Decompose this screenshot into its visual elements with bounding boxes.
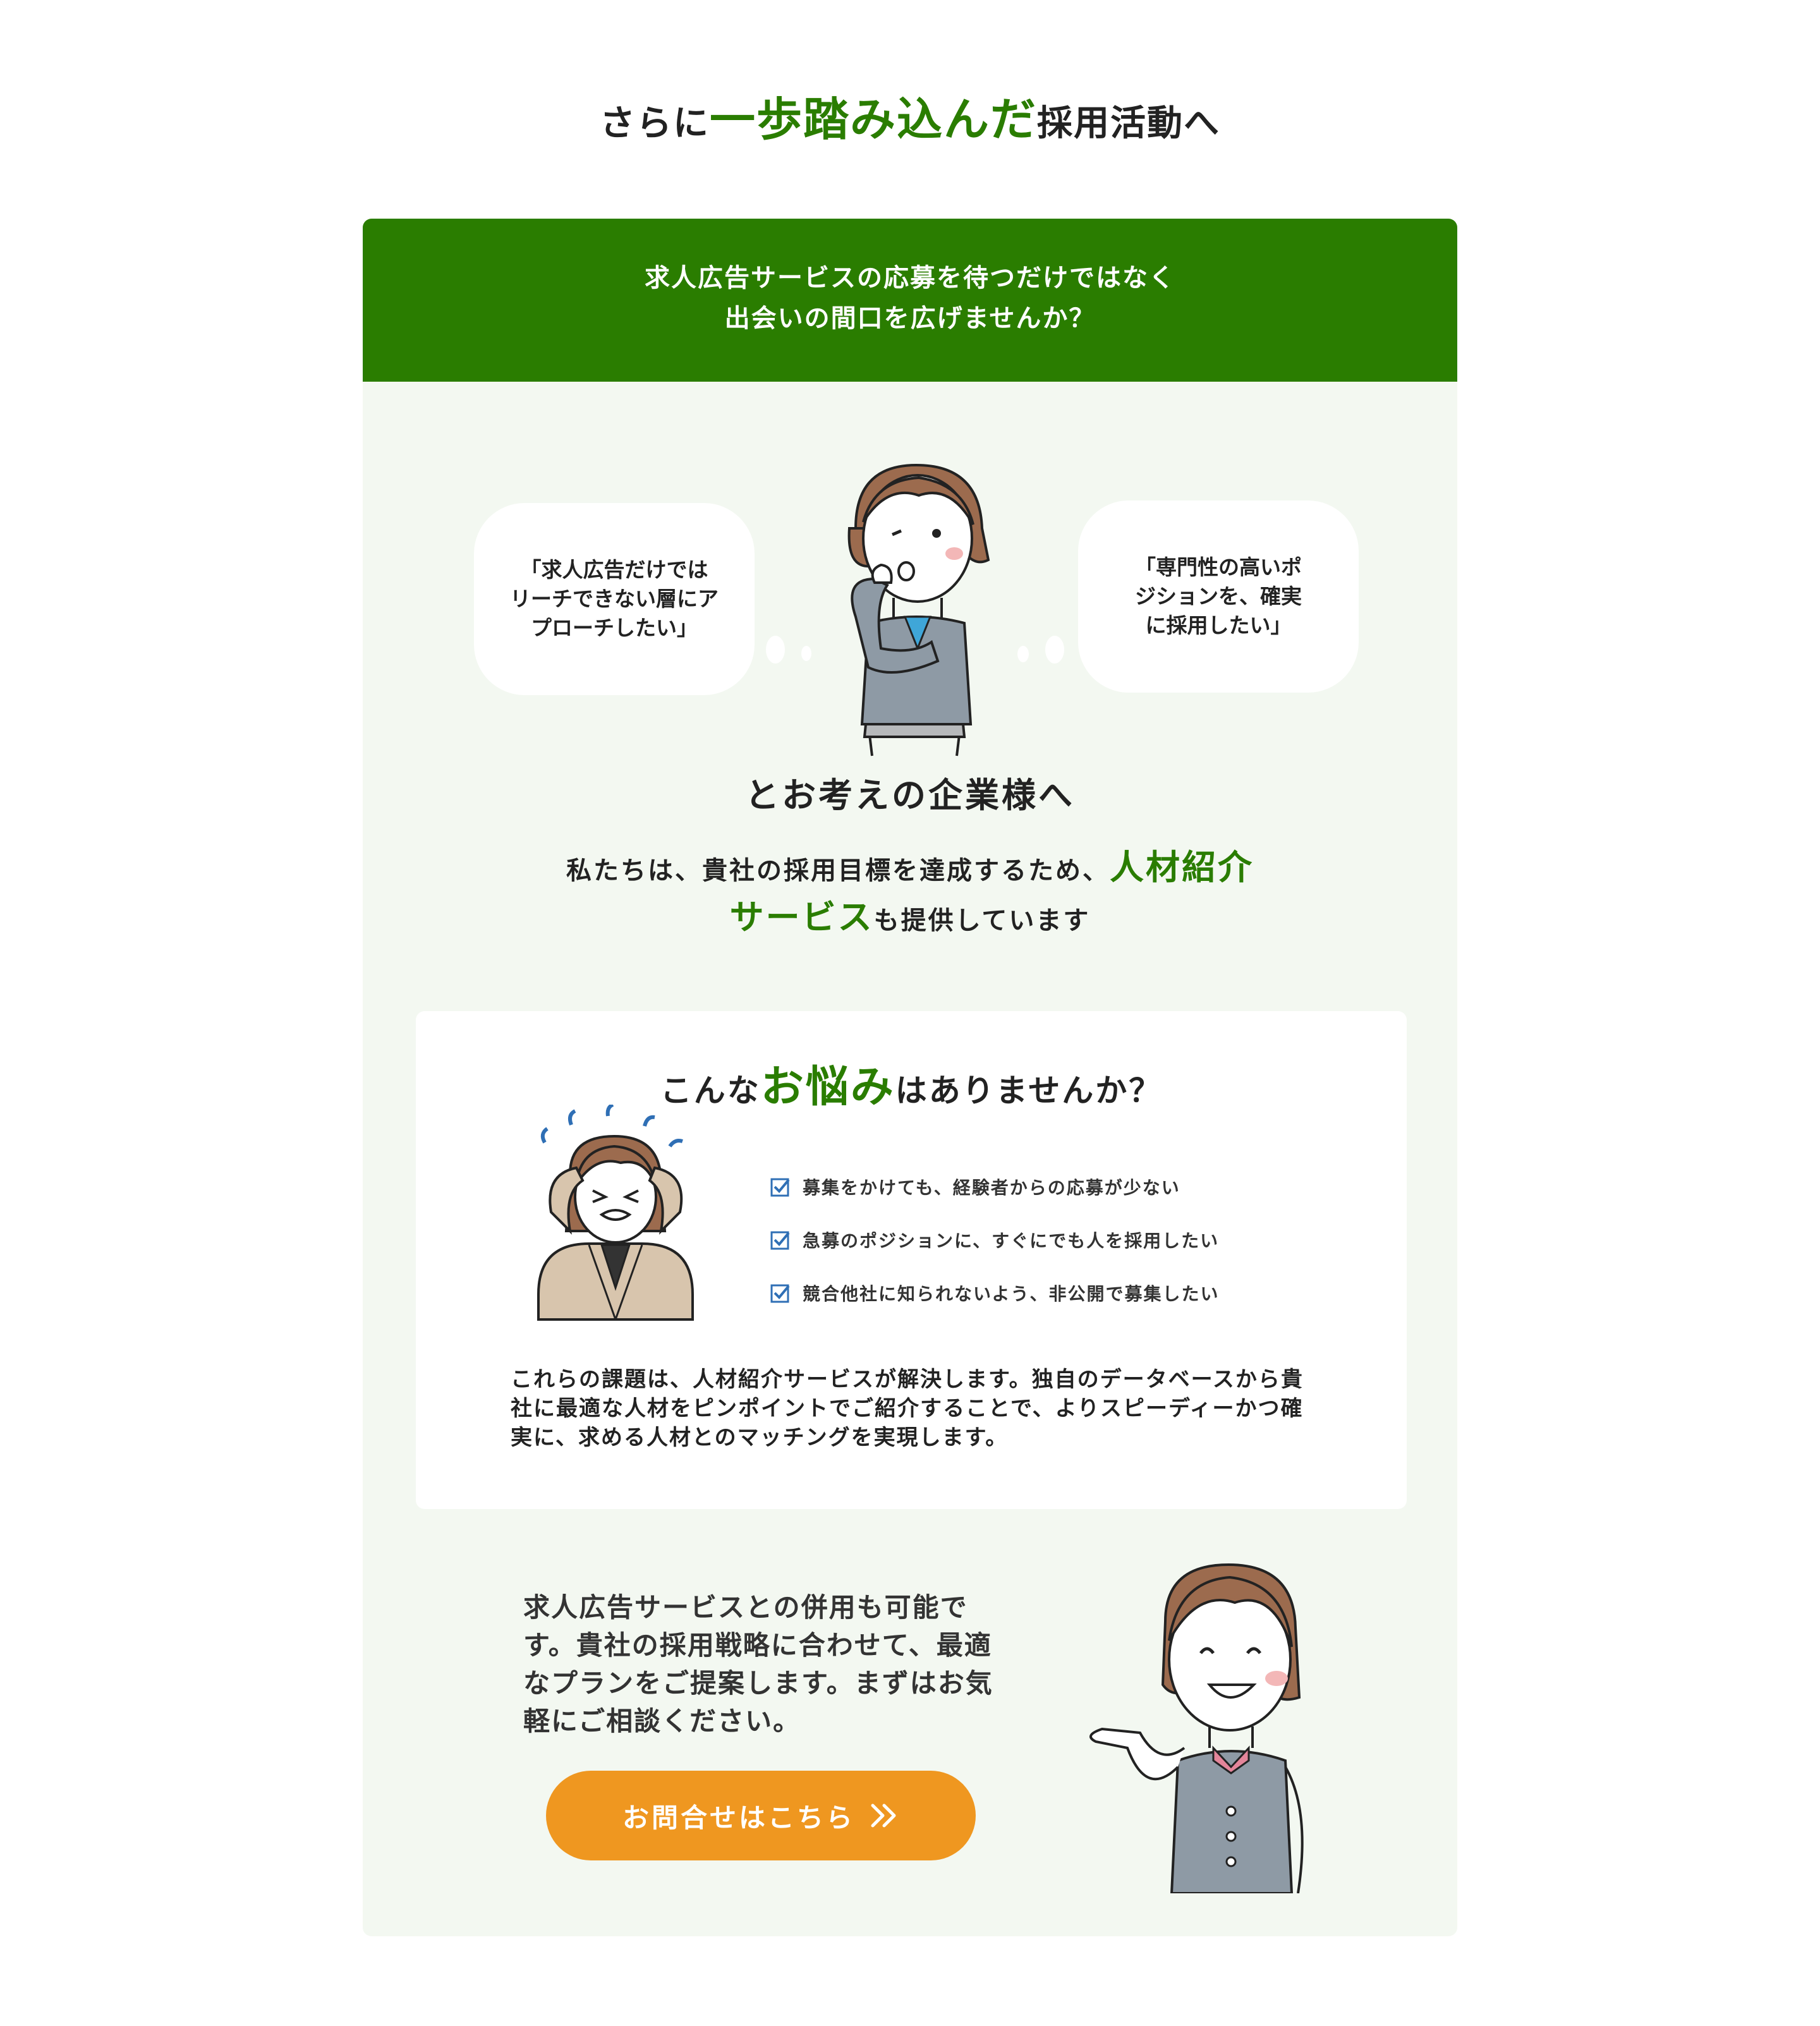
panel-header-line1: 求人広告サービスの応募を待つだけではなく <box>645 264 1175 293</box>
trouble-item: 募集をかけても、経験者からの応募が少ない <box>770 1160 1219 1213</box>
trouble-card: こんなお悩みはありませんか？ 募集をかけても、経験者からの応募が少ない 急募のポ… <box>416 1011 1407 1509</box>
trouble-title-suffix: はありませんか？ <box>895 1072 1163 1109</box>
bubble-right-line1: 「専門性の高いポ <box>1135 555 1302 579</box>
trouble-title-prefix: こんな <box>660 1072 761 1109</box>
intro-part2: も提供しています <box>873 906 1091 935</box>
panel-header: 求人広告サービスの応募を待つだけではなく 出会いの間口を広げませんか？ <box>363 219 1457 382</box>
intro-text: 私たちは、貴社の採用目標を達成するため、人材紹介 サービスも提供しています <box>363 844 1457 944</box>
intro-accent2: サービス <box>729 897 874 937</box>
troubled-woman-illustration <box>537 1105 694 1321</box>
trouble-item: 急募のポジションに、すぐにでも人を採用したい <box>770 1213 1219 1266</box>
checkbox-checked-icon <box>770 1231 790 1250</box>
bubble-left-line1: 「求人広告だけでは <box>520 557 708 582</box>
page-headline: さらに一歩踏み込んだ採用活動へ <box>0 82 1820 149</box>
thought-bubble-left: 「求人広告だけでは リーチできない層にア プローチしたい」 <box>474 503 755 695</box>
consider-heading: とお考えの企業様へ <box>745 775 1075 815</box>
headline-suffix: 採用活動へ <box>1037 103 1220 144</box>
guide-woman-illustration <box>1089 1563 1304 1893</box>
contact-button-label: お問合せはこちら <box>622 1802 855 1833</box>
trouble-item-text: 急募のポジションに、すぐにでも人を採用したい <box>803 1230 1220 1251</box>
headline-accent: 一歩踏み込んだ <box>709 93 1037 146</box>
contact-button[interactable]: お問合せはこちら <box>546 1771 976 1860</box>
checkbox-checked-icon <box>770 1178 790 1197</box>
bubble-dot-large-left <box>766 636 785 664</box>
trouble-checklist: 募集をかけても、経験者からの応募が少ない 急募のポジションに、すぐにでも人を採用… <box>770 1160 1219 1319</box>
trouble-item-text: 競合他社に知られないよう、非公開で募集したい <box>803 1283 1220 1304</box>
double-chevron-right-icon <box>871 1804 896 1828</box>
thought-bubble-right: 「専門性の高いポ ジションを、確実 に採用したい」 <box>1078 500 1359 693</box>
bubble-dot-small-right <box>1017 646 1029 662</box>
bubble-right-line2: ジションを、確実 <box>1135 584 1302 609</box>
bubble-right-line3: に採用したい」 <box>1145 613 1292 638</box>
bubble-left-line3: プローチしたい」 <box>531 616 698 640</box>
headline-prefix: さらに <box>599 103 710 144</box>
trouble-item: 競合他社に知られないよう、非公開で募集したい <box>770 1266 1219 1319</box>
combination-text: 求人広告サービスとの併用も可能です。貴社の採用戦略に合わせて、最適なプランをご提… <box>523 1592 993 1737</box>
bubble-dot-small-left <box>801 646 811 661</box>
solution-text: これらの課題は、人材紹介サービスが解決します。独自のデータベースから貴社に最適な… <box>511 1367 1304 1450</box>
intro-accent1: 人材紹介 <box>1110 847 1254 887</box>
trouble-title-accent: お悩み <box>760 1062 895 1112</box>
bubble-left-line2: リーチできない層にア <box>510 586 719 611</box>
bubble-dot-large-right <box>1045 636 1064 664</box>
checkbox-checked-icon <box>770 1284 790 1303</box>
recruitment-panel: 求人広告サービスの応募を待つだけではなく 出会いの間口を広げませんか？ 「求人広… <box>363 219 1457 1936</box>
intro-part1: 私たちは、貴社の採用目標を達成するため、 <box>566 856 1110 885</box>
panel-header-line2: 出会いの間口を広げませんか？ <box>724 304 1096 333</box>
thinking-woman-illustration <box>847 463 990 756</box>
trouble-item-text: 募集をかけても、経験者からの応募が少ない <box>803 1177 1180 1198</box>
